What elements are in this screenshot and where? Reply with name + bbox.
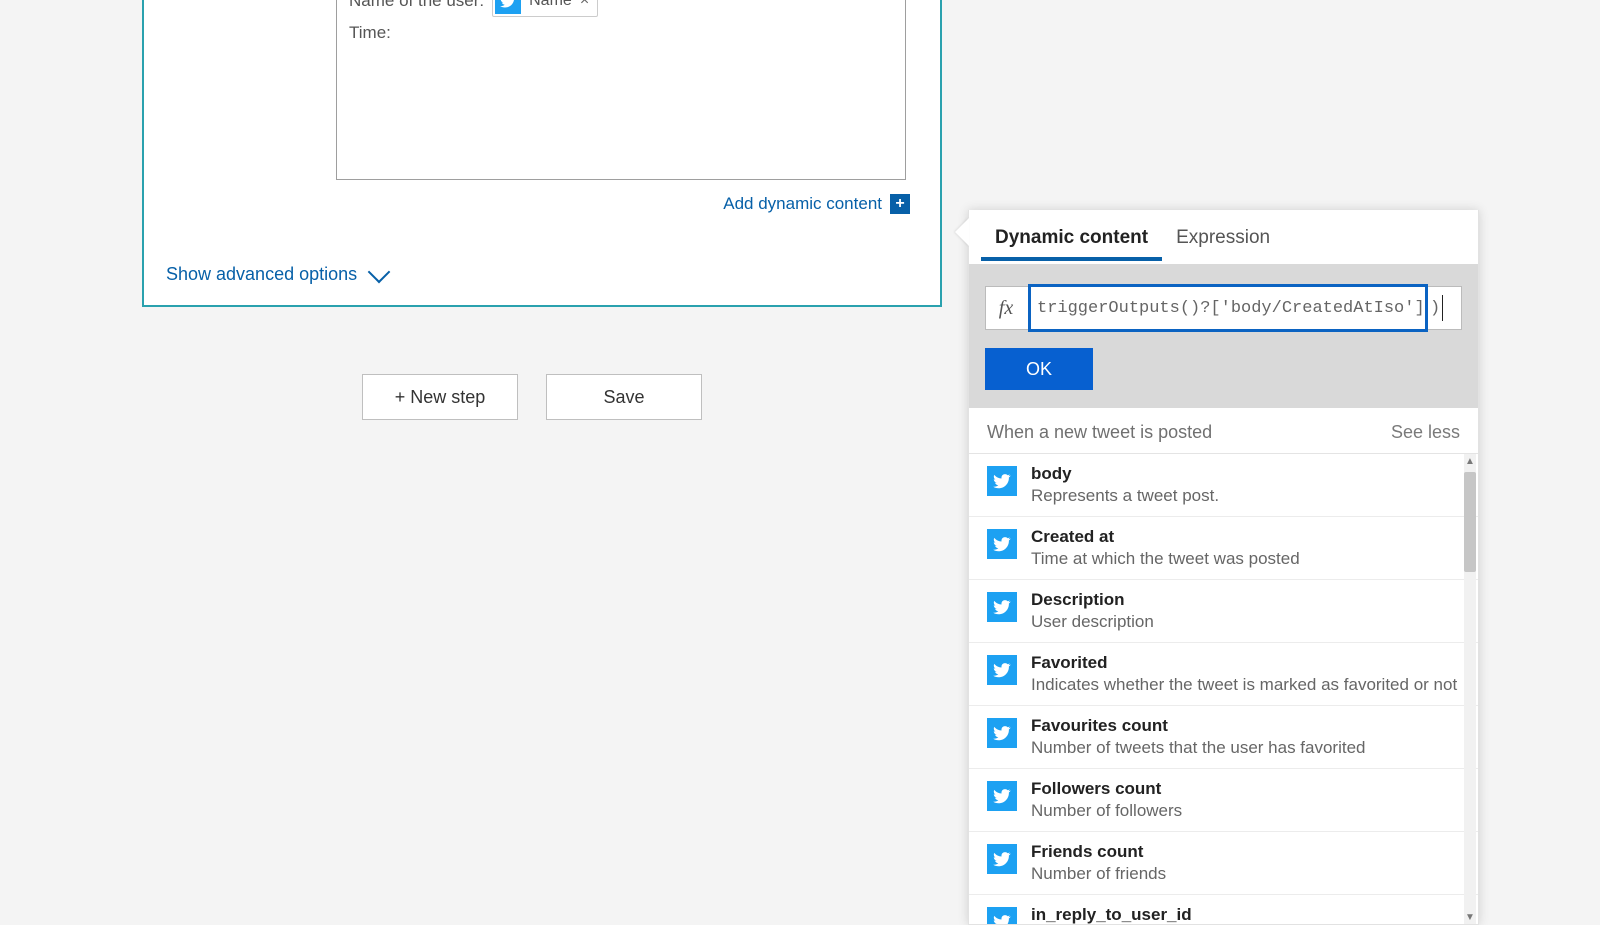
dc-item-desc: Indicates whether the tweet is marked as… [1031,675,1457,695]
twitter-icon [987,844,1017,874]
dc-item-title: Followers count [1031,779,1182,799]
scrollbar[interactable]: ▲ ▼ [1464,454,1476,924]
scroll-up-icon[interactable]: ▲ [1464,454,1476,468]
save-button[interactable]: Save [546,374,702,420]
twitter-icon [987,781,1017,811]
show-advanced-label: Show advanced options [166,264,357,285]
show-advanced-options-link[interactable]: Show advanced options [166,264,940,285]
dc-item-title: body [1031,464,1219,484]
dynamic-content-list: bodyRepresents a tweet post.Created atTi… [969,454,1478,924]
dc-item-desc: Number of tweets that the user has favor… [1031,738,1366,758]
popover-tabs: Dynamic content Expression [969,210,1478,264]
scroll-down-icon[interactable]: ▼ [1464,910,1476,924]
dc-item-title: Friends count [1031,842,1166,862]
twitter-icon [987,592,1017,622]
chevron-down-icon [368,260,391,283]
dynamic-content-item[interactable]: Favourites countNumber of tweets that th… [969,706,1478,769]
tab-expression[interactable]: Expression [1162,213,1284,261]
ok-button[interactable]: OK [985,348,1093,390]
twitter-icon [987,655,1017,685]
add-dynamic-content-plus-icon[interactable]: + [890,194,910,214]
dynamic-content-item[interactable]: FavoritedIndicates whether the tweet is … [969,643,1478,706]
expression-input[interactable]: fx triggerOutputs()?['body/CreatedAtIso'… [985,286,1462,330]
dynamic-content-item[interactable]: Friends countNumber of friends [969,832,1478,895]
text-caret-icon [1442,295,1443,321]
dynamic-content-item[interactable]: DescriptionUser description [969,580,1478,643]
dc-item-title: in_reply_to_user_id [1031,905,1452,924]
dc-item-title: Favorited [1031,653,1457,673]
dc-item-desc: Number of friends [1031,864,1166,884]
dynamic-content-item[interactable]: bodyRepresents a tweet post. [969,454,1478,517]
tab-dynamic-content[interactable]: Dynamic content [981,213,1162,261]
twitter-icon [495,0,521,14]
editor-line1-label: Name of the user: [349,0,484,11]
trigger-heading: When a new tweet is posted See less [969,408,1478,454]
expression-panel: fx triggerOutputs()?['body/CreatedAtIso'… [969,264,1478,408]
action-card: Name of the user: Name × Time: Add dynam… [142,0,942,307]
editor-line2-label: Time: [349,23,391,43]
scroll-thumb[interactable] [1464,472,1476,572]
dynamic-content-item[interactable]: Created atTime at which the tweet was po… [969,517,1478,580]
twitter-icon [987,529,1017,559]
dc-item-title: Description [1031,590,1154,610]
dc-item-title: Created at [1031,527,1300,547]
expression-tail: ) [1430,299,1440,318]
dc-item-desc: User description [1031,612,1154,632]
callout-arrow-icon [955,218,969,246]
token-name[interactable]: Name × [492,0,598,17]
see-less-link[interactable]: See less [1391,422,1460,443]
dynamic-content-item[interactable]: Followers countNumber of followers [969,769,1478,832]
twitter-icon [987,718,1017,748]
dc-item-desc: Number of followers [1031,801,1182,821]
new-step-button[interactable]: + New step [362,374,518,420]
flow-buttons: + New step Save [362,374,702,420]
twitter-icon [987,466,1017,496]
dc-item-desc: Time at which the tweet was posted [1031,549,1300,569]
token-name-label: Name [529,0,572,10]
dynamic-content-popover: Dynamic content Expression fx triggerOut… [968,210,1479,925]
trigger-title: When a new tweet is posted [987,422,1212,443]
dc-item-desc: Represents a tweet post. [1031,486,1219,506]
expression-value: triggerOutputs()?['body/CreatedAtIso'] [1028,284,1428,332]
dynamic-content-item[interactable]: in_reply_to_user_idUser Id of the author… [969,895,1478,924]
token-remove-icon[interactable]: × [580,0,589,10]
twitter-icon [987,907,1017,924]
body-editor[interactable]: Name of the user: Name × Time: [336,0,906,180]
add-dynamic-content-link[interactable]: Add dynamic content [723,194,882,214]
fx-icon: fx [986,297,1026,320]
dc-item-title: Favourites count [1031,716,1366,736]
